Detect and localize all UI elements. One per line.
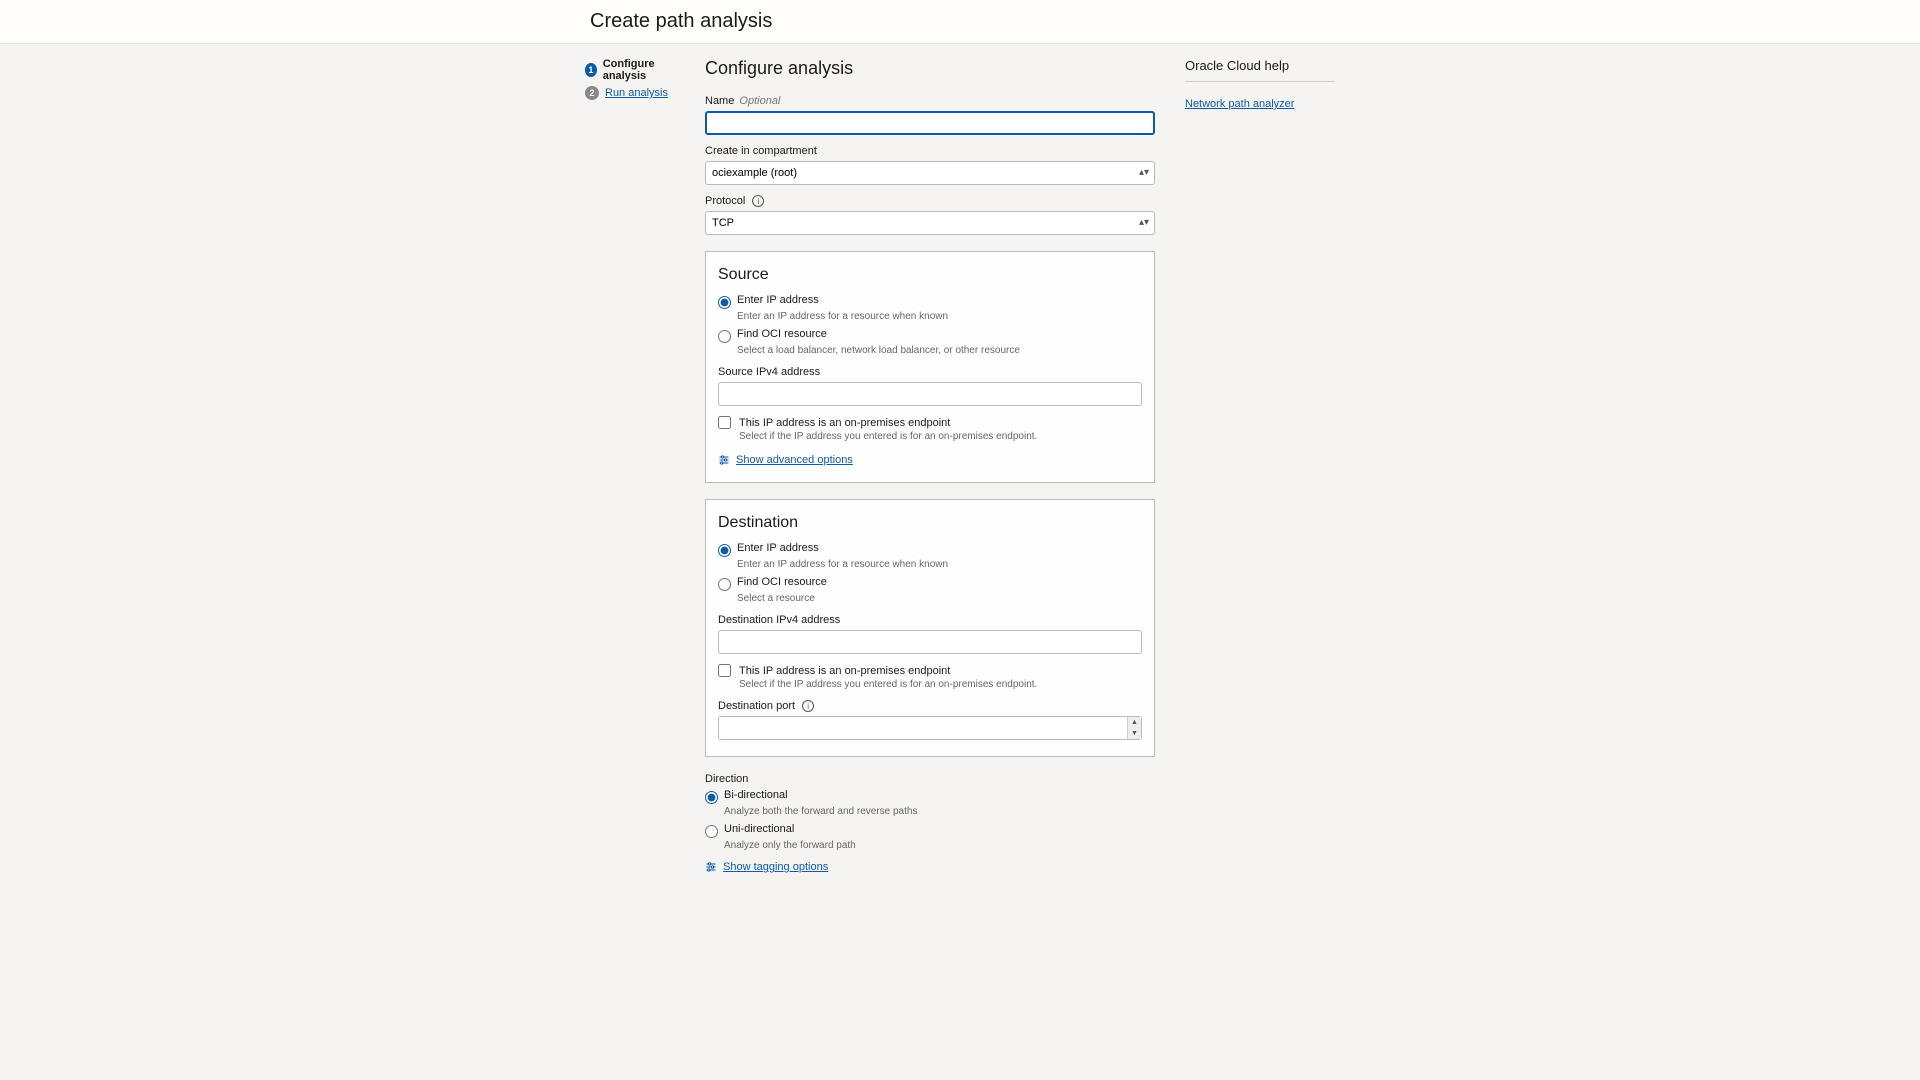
source-enter-ip-label[interactable]: Enter IP address — [737, 294, 819, 306]
form-area: Configure analysis Name Optional Create … — [705, 58, 1155, 873]
source-find-resource-radio[interactable] — [718, 330, 731, 343]
protocol-label: Protocol i — [705, 195, 1155, 207]
direction-bi-radio[interactable] — [705, 791, 718, 804]
destination-find-resource-label[interactable]: Find OCI resource — [737, 576, 827, 588]
help-sidebar: Oracle Cloud help Network path analyzer — [1175, 58, 1335, 873]
wizard-stepper: 1 Configure analysis 2 Run analysis — [585, 58, 685, 873]
destination-onprem-label[interactable]: This IP address is an on-premises endpoi… — [739, 665, 950, 677]
sliders-icon — [718, 454, 730, 466]
destination-find-resource-desc: Select a resource — [737, 593, 1142, 604]
source-onprem-label[interactable]: This IP address is an on-premises endpoi… — [739, 417, 950, 429]
direction-uni-radio[interactable] — [705, 825, 718, 838]
source-onprem-checkbox[interactable] — [718, 416, 731, 429]
name-label: Name Optional — [705, 95, 1155, 107]
destination-panel: Destination Enter IP address Enter an IP… — [705, 499, 1155, 757]
source-ipv4-label: Source IPv4 address — [718, 366, 1142, 378]
info-icon[interactable]: i — [802, 700, 814, 712]
source-title: Source — [718, 266, 1142, 284]
step-down-icon[interactable]: ▼ — [1128, 728, 1141, 739]
source-advanced-link[interactable]: Show advanced options — [736, 454, 853, 466]
step-up-icon[interactable]: ▲ — [1128, 717, 1141, 728]
direction-label: Direction — [705, 773, 1155, 785]
compartment-label: Create in compartment — [705, 145, 1155, 157]
step-configure-label: Configure analysis — [603, 58, 685, 82]
form-heading: Configure analysis — [705, 58, 1155, 79]
source-onprem-desc: Select if the IP address you entered is … — [739, 431, 1142, 442]
direction-bi-desc: Analyze both the forward and reverse pat… — [724, 806, 1155, 817]
direction-section: Direction Bi-directional Analyze both th… — [705, 773, 1155, 851]
direction-uni-desc: Analyze only the forward path — [724, 840, 1155, 851]
step-run[interactable]: 2 Run analysis — [585, 86, 685, 100]
destination-title: Destination — [718, 514, 1142, 532]
destination-find-resource-radio[interactable] — [718, 578, 731, 591]
direction-uni-label[interactable]: Uni-directional — [724, 823, 794, 835]
source-panel: Source Enter IP address Enter an IP addr… — [705, 251, 1155, 483]
sliders-icon — [705, 861, 717, 873]
number-stepper[interactable]: ▲ ▼ — [1127, 717, 1141, 739]
source-find-resource-label[interactable]: Find OCI resource — [737, 328, 827, 340]
protocol-select[interactable]: TCP — [705, 211, 1155, 235]
page-header: Create path analysis Help — [0, 0, 1920, 44]
destination-onprem-desc: Select if the IP address you entered is … — [739, 679, 1142, 690]
source-enter-ip-radio[interactable] — [718, 296, 731, 309]
step-number-2-icon: 2 — [585, 86, 599, 100]
destination-port-input[interactable] — [718, 716, 1142, 740]
destination-onprem-checkbox[interactable] — [718, 664, 731, 677]
help-panel-title: Oracle Cloud help — [1185, 58, 1335, 82]
destination-ipv4-input[interactable] — [718, 630, 1142, 654]
step-number-1-icon: 1 — [585, 63, 597, 77]
name-optional-hint: Optional — [739, 95, 780, 107]
source-find-resource-desc: Select a load balancer, network load bal… — [737, 345, 1142, 356]
network-path-analyzer-link[interactable]: Network path analyzer — [1185, 98, 1294, 110]
name-input[interactable] — [705, 111, 1155, 135]
tagging-options-link[interactable]: Show tagging options — [723, 861, 828, 873]
destination-enter-ip-radio[interactable] — [718, 544, 731, 557]
step-configure: 1 Configure analysis — [585, 58, 685, 82]
destination-enter-ip-label[interactable]: Enter IP address — [737, 542, 819, 554]
direction-bi-label[interactable]: Bi-directional — [724, 789, 788, 801]
compartment-select[interactable]: ociexample (root) — [705, 161, 1155, 185]
page-title: Create path analysis — [590, 10, 772, 33]
destination-ipv4-label: Destination IPv4 address — [718, 614, 1142, 626]
destination-port-label: Destination port i — [718, 700, 1142, 712]
source-ipv4-input[interactable] — [718, 382, 1142, 406]
step-run-link[interactable]: Run analysis — [605, 87, 668, 99]
destination-enter-ip-desc: Enter an IP address for a resource when … — [737, 559, 1142, 570]
source-enter-ip-desc: Enter an IP address for a resource when … — [737, 311, 1142, 322]
info-icon[interactable]: i — [752, 195, 764, 207]
